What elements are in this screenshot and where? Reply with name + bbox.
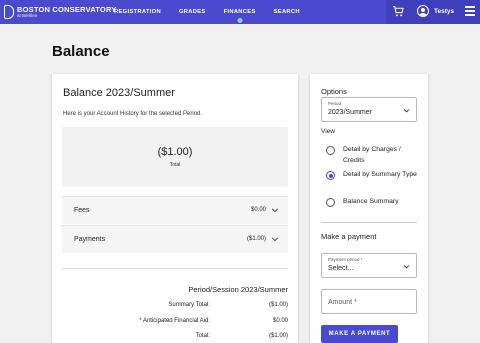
radio-button[interactable]: [326, 198, 335, 207]
top-navigation-bar: BOSTON CONSERVATORY at Berklee REGISTRAT…: [0, 0, 480, 24]
section-divider: [62, 268, 288, 269]
amount-input[interactable]: Amount *: [321, 289, 417, 314]
grand-total-row: Total: ($1.00): [52, 333, 298, 343]
summary-total-label: Summary Total:: [168, 302, 210, 308]
balance-card: Balance 2023/Summer Here is your Account…: [52, 74, 298, 343]
nav-registration[interactable]: REGISTRATION: [114, 0, 161, 24]
amount-placeholder: Amount *: [328, 299, 357, 306]
total-summary-box: ($1.00) Total: [62, 127, 288, 187]
nav-finances[interactable]: FINANCES: [224, 0, 256, 24]
radio-button[interactable]: [326, 146, 335, 155]
view-option-summary-type[interactable]: Detail by Summary Type: [321, 171, 421, 193]
view-option-charges-credits[interactable]: Detail by Charges / Credits: [321, 146, 421, 168]
payments-amount: ($1.00): [246, 236, 266, 242]
payment-period-value: Select...: [328, 265, 354, 272]
nav-search[interactable]: SEARCH: [274, 0, 300, 24]
payments-label: Payments: [74, 236, 106, 243]
summary-total-value: ($1.00): [268, 302, 288, 308]
fees-accordion-row[interactable]: Fees $0.00: [62, 196, 288, 224]
user-menu[interactable]: Testys: [417, 5, 454, 17]
options-title: Options: [321, 87, 347, 96]
view-option-label: Detail by Summary Type: [343, 171, 417, 178]
payment-period-select[interactable]: Payment period * Select...: [321, 253, 417, 278]
options-card: Options Period 2023/Summer View Detail b…: [310, 74, 428, 343]
period-select-value: 2023/Summer: [328, 109, 372, 116]
financial-aid-value: $0.00: [272, 318, 288, 324]
view-option-label: Detail by Charges / Credits: [343, 146, 401, 164]
page-title: Balance: [52, 43, 110, 60]
fees-label: Fees: [74, 207, 90, 214]
period-select-label: Period: [328, 101, 342, 106]
conservatory-logo-icon: [4, 5, 14, 19]
balance-title: Balance 2023/Summer: [63, 87, 175, 99]
menu-icon[interactable]: [465, 6, 475, 16]
brand-logo[interactable]: BOSTON CONSERVATORY at Berklee: [4, 3, 117, 21]
view-label: View: [321, 128, 335, 135]
main-nav: REGISTRATION GRADES FINANCES SEARCH: [114, 0, 318, 24]
brand-name: BOSTON CONSERVATORY: [17, 4, 117, 14]
make-payment-title: Make a payment: [321, 232, 377, 241]
user-icon: [417, 5, 429, 17]
financial-aid-row: * Anticipated Financial Aid: $0.00: [52, 318, 298, 330]
grand-total-value: ($1.00): [268, 333, 288, 339]
radio-button-selected[interactable]: [326, 171, 335, 180]
user-name: Testys: [434, 7, 455, 15]
total-label: Total: [169, 162, 181, 168]
period-session-title: Period/Session 2023/Summer: [188, 285, 288, 294]
brand-subtitle: at Berklee: [17, 13, 38, 18]
chevron-down-icon: [271, 208, 279, 213]
summary-total-row: Summary Total: ($1.00): [52, 302, 298, 314]
financial-aid-label: * Anticipated Financial Aid:: [139, 318, 210, 324]
balance-subtitle: Here is your Account History for the sel…: [63, 111, 203, 117]
period-select[interactable]: Period 2023/Summer: [321, 97, 417, 122]
user-area: Testys: [386, 0, 480, 24]
view-option-balance-summary[interactable]: Balance Summary: [321, 198, 421, 210]
make-payment-button[interactable]: MAKE A PAYMENT: [321, 325, 398, 343]
cart-icon[interactable]: [392, 5, 405, 18]
chevron-down-icon: [403, 109, 410, 113]
view-option-label: Balance Summary: [343, 198, 399, 205]
options-divider: [321, 222, 417, 223]
grand-total-label: Total:: [195, 333, 210, 339]
total-amount: ($1.00): [157, 146, 193, 158]
payment-period-label: Payment period *: [328, 257, 363, 262]
brand-text: BOSTON CONSERVATORY at Berklee: [17, 4, 117, 19]
fees-amount: $0.00: [250, 207, 266, 213]
payments-accordion-row[interactable]: Payments ($1.00): [62, 225, 288, 253]
nav-grades[interactable]: GRADES: [179, 0, 206, 24]
chevron-down-icon: [271, 237, 279, 242]
chevron-down-icon: [403, 265, 410, 269]
